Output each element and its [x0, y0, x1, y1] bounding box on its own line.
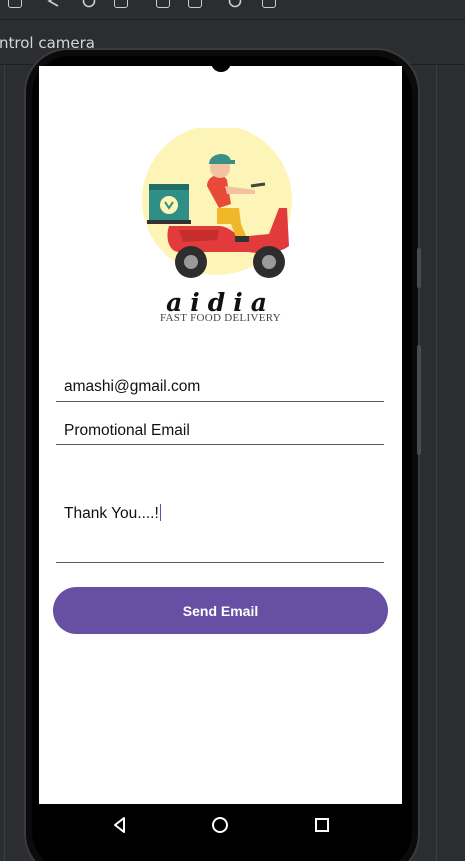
subject-input-value: Promotional Email — [64, 422, 190, 439]
record-icon[interactable] — [188, 0, 202, 8]
device-icon[interactable] — [8, 0, 22, 8]
history-icon[interactable] — [228, 0, 242, 8]
recents-icon[interactable] — [311, 814, 333, 836]
message-input-value: Thank You....! — [64, 504, 162, 523]
divider — [4, 65, 5, 861]
message-text: Thank You....! — [64, 505, 159, 522]
subject-field[interactable]: Promotional Email — [56, 416, 384, 445]
app-screen: aidia FAST FOOD DELIVERY amashi@gmail.co… — [39, 66, 402, 804]
square-icon[interactable] — [114, 0, 128, 8]
power-button — [417, 345, 421, 455]
home-icon[interactable] — [209, 814, 231, 836]
text-cursor — [159, 504, 162, 521]
scooter-rider-icon — [142, 125, 292, 278]
circle-icon[interactable] — [82, 0, 96, 8]
rotate-icon[interactable] — [262, 0, 276, 8]
email-input-value: amashi@gmail.com — [64, 378, 201, 395]
send-email-button[interactable]: Send Email — [53, 587, 388, 634]
volume-button — [417, 248, 421, 288]
message-field[interactable]: Thank You....! — [56, 462, 384, 563]
back-arrow-icon[interactable] — [46, 0, 60, 8]
brand-tagline: FAST FOOD DELIVERY — [159, 312, 282, 324]
camera-icon[interactable] — [156, 0, 170, 8]
ide-toolbar — [0, 0, 465, 20]
system-nav-bar — [39, 804, 402, 846]
divider — [436, 65, 437, 861]
back-icon[interactable] — [109, 814, 131, 836]
email-field[interactable]: amashi@gmail.com — [56, 372, 384, 402]
